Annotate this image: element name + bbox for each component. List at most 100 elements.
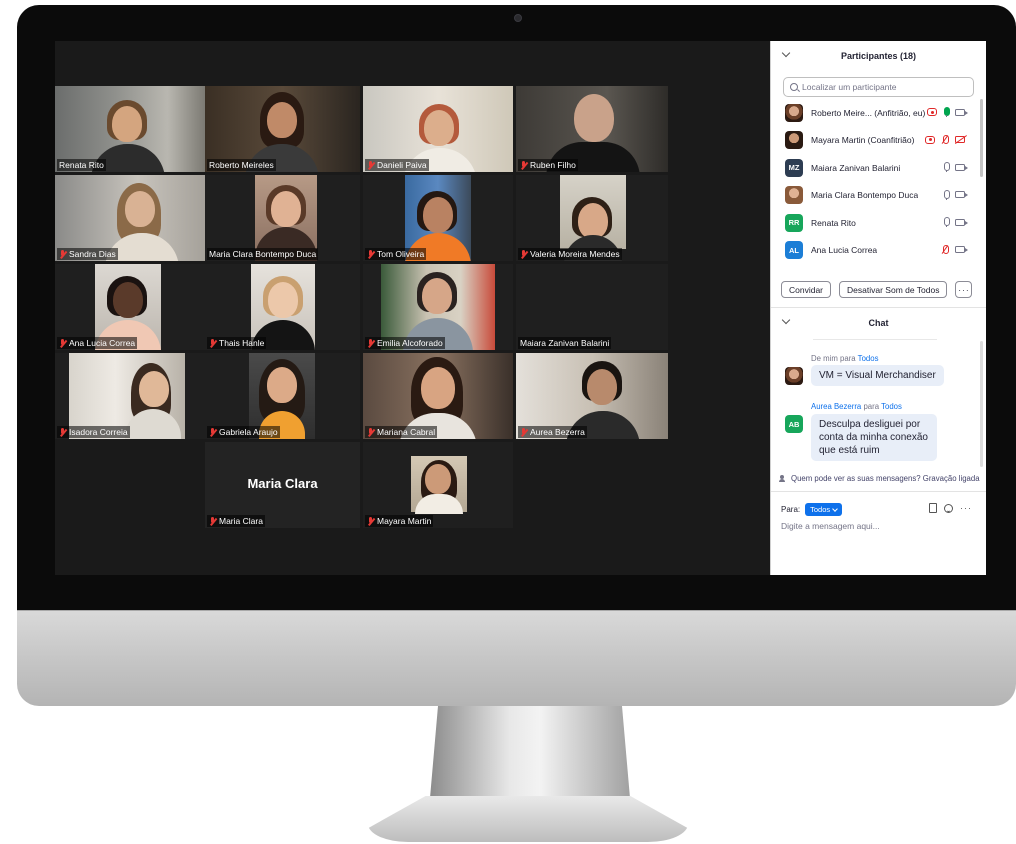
participant-name-label: Ruben Filho (518, 159, 578, 171)
avatar (785, 103, 803, 122)
mic-icon[interactable] (943, 107, 950, 117)
mic-muted-icon (367, 249, 375, 259)
chat-message: VM = Visual Merchandiser (811, 365, 944, 386)
video-tile-tom[interactable]: Tom Oliveira (363, 175, 513, 261)
participant-video (255, 175, 317, 261)
video-tile-maiara-camera-off[interactable]: Maiara Zanivan Balarini (516, 264, 668, 350)
camera-icon[interactable] (955, 108, 968, 116)
mic-muted-icon (367, 427, 375, 437)
mic-icon[interactable] (943, 189, 950, 200)
mic-icon[interactable] (943, 162, 950, 172)
participant-name: Maiara Zanivan Balarini (811, 162, 901, 173)
camera-icon[interactable] (955, 163, 968, 171)
mic-muted-icon (520, 427, 528, 437)
participants-title: Participantes (18) (840, 51, 917, 61)
participant-actions: Convidar Desativar Som de Todos ··· (781, 281, 973, 298)
chat-input[interactable] (781, 521, 977, 531)
chat-visibility-info[interactable]: Quem pode ver as suas mensagens? Gravaçã… (779, 474, 980, 483)
chevron-down-icon[interactable] (781, 315, 791, 325)
video-tile-ruben[interactable]: Ruben Filho (516, 86, 668, 172)
participant-search-input[interactable] (802, 82, 962, 92)
video-tile-thais[interactable]: Thais Hanle (205, 264, 360, 350)
mic-muted-icon (209, 427, 217, 437)
mic-muted-icon[interactable] (941, 244, 949, 255)
video-tile-roberto-active-speaker[interactable]: Roberto Meireles (205, 86, 360, 172)
avatar: AB (785, 415, 803, 433)
video-tile-danieli[interactable]: Danieli Paiva (363, 86, 513, 172)
emoji-icon[interactable] (944, 503, 953, 513)
mic-muted-icon (367, 516, 375, 526)
camera-icon[interactable] (955, 191, 968, 198)
participant-row[interactable]: MZ Maiara Zanivan Balarini (771, 154, 979, 182)
participant-name-label: Tom Oliveira (365, 248, 427, 260)
search-icon (790, 83, 798, 91)
participant-search[interactable] (783, 77, 974, 97)
recipient-dropdown[interactable]: Todos (805, 503, 843, 516)
video-tile-renata[interactable]: Renata Rito (55, 86, 205, 172)
mic-muted-icon (520, 249, 528, 259)
camera-off-name: Maria Clara (247, 476, 318, 491)
participant-video (411, 456, 467, 514)
participant-row[interactable]: Roberto Meire... (Anfitrião, eu) (771, 99, 979, 127)
video-tile-maria-clara-camera-off[interactable]: Maria Clara Maria Clara (205, 442, 360, 528)
participant-name-label: Ana Lucia Correa (57, 337, 138, 349)
imac-stand-neck (430, 706, 630, 798)
participant-row[interactable]: Mayara Martin (Coanfitrião) (771, 127, 979, 155)
file-icon[interactable] (929, 503, 937, 513)
zoom-window: Renata Rito Roberto Meireles Danieli Pai… (55, 41, 986, 575)
mic-muted-icon (367, 338, 375, 348)
participant-name-label: Emilia Alcoforado (365, 337, 445, 349)
participant-name-label: Gabriela Araujo (207, 426, 280, 438)
mic-muted-icon (59, 338, 67, 348)
imac-stand-foot (368, 796, 688, 842)
chat-messages: De mim para Todos VM = Visual Merchandis… (771, 339, 979, 467)
camera-icon[interactable] (955, 218, 968, 226)
avatar (785, 367, 803, 385)
mute-all-button[interactable]: Desativar Som de Todos (839, 281, 948, 298)
mic-muted-icon (209, 516, 217, 526)
chevron-down-icon[interactable] (781, 48, 791, 58)
imac-chin (17, 610, 1016, 706)
participant-name-label: Thais Hanle (207, 337, 267, 349)
video-tile-ana-lucia[interactable]: Ana Lucia Correa (55, 264, 205, 350)
avatar: AL (785, 241, 803, 260)
chat-scrollbar[interactable] (980, 341, 983, 467)
participant-name-label: Maria Clara (207, 515, 265, 527)
mic-icon[interactable] (943, 217, 950, 227)
participant-name-label: Roberto Meireles (207, 159, 276, 171)
avatar: MZ (785, 158, 803, 177)
chat-header: Chat (771, 308, 986, 338)
invite-button[interactable]: Convidar (781, 281, 832, 298)
participant-name: Mayara Martin (Coanfitrião) (811, 135, 915, 146)
video-tile-isadora[interactable]: Isadora Correia (55, 353, 205, 439)
chat-message: Desculpa desliguei por conta da minha co… (811, 414, 937, 461)
participant-row[interactable]: Maria Clara Bontempo Duca (771, 182, 979, 210)
chat-tools: ··· (929, 503, 972, 513)
video-tile-mariana[interactable]: Mariana Cabral (363, 353, 513, 439)
mic-muted-icon (209, 338, 217, 348)
chat-title: Chat (868, 318, 889, 328)
chevron-down-icon (832, 505, 838, 512)
video-tile-valeria[interactable]: Valeria Moreira Mendes (516, 175, 668, 261)
video-tile-emilia[interactable]: Emilia Alcoforado (363, 264, 513, 350)
participant-name-label: Danieli Paiva (365, 159, 429, 171)
more-icon[interactable]: ··· (960, 503, 972, 513)
participant-row[interactable]: RR Renata Rito (771, 209, 979, 237)
mic-muted-icon (59, 427, 67, 437)
video-tile-maria-clara-bontempo[interactable]: Maria Clara Bontempo Duca (205, 175, 360, 261)
more-options-button[interactable]: ··· (955, 281, 973, 298)
participant-name-label: Maiara Zanivan Balarini (518, 337, 612, 349)
participant-row[interactable]: AL Ana Lucia Correa (771, 237, 979, 265)
camera-icon[interactable] (955, 246, 968, 253)
participant-list-scrollbar[interactable] (980, 99, 983, 177)
record-icon (925, 135, 935, 144)
video-tile-sandra[interactable]: Sandra Dias (55, 175, 205, 261)
video-tile-aurea[interactable]: Aurea Bezerra (516, 353, 668, 439)
video-tile-gabriela[interactable]: Gabriela Araujo (205, 353, 360, 439)
participant-name: Maria Clara Bontempo Duca (811, 190, 919, 201)
mic-muted-icon[interactable] (941, 134, 949, 145)
camera-off-icon[interactable] (955, 136, 965, 143)
webcam-dot (514, 14, 522, 22)
video-tile-mayara[interactable]: Mayara Martin (363, 442, 513, 528)
side-panel: Participantes (18) Roberto Meire... (Anf… (770, 41, 986, 575)
